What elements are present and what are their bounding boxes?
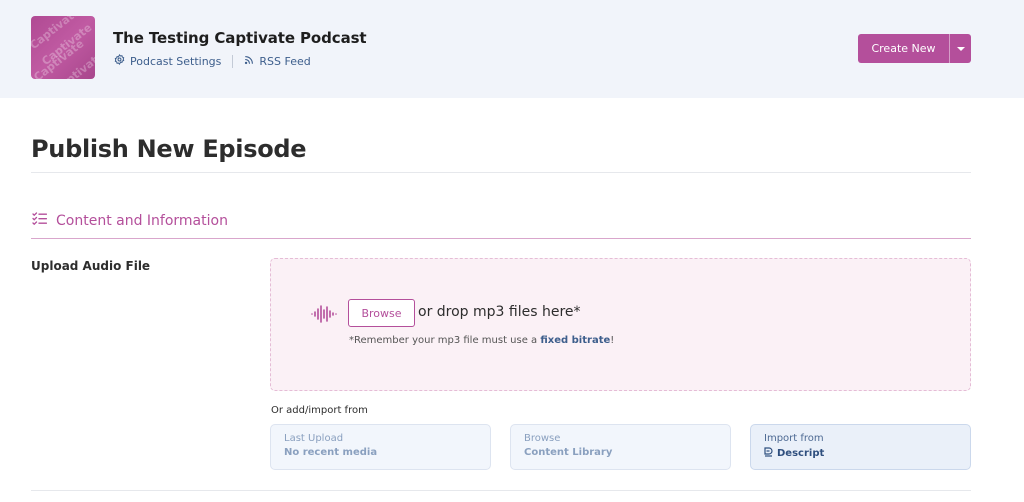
podcast-title: The Testing Captivate Podcast <box>113 29 367 47</box>
bitrate-note-suffix: ! <box>610 335 615 346</box>
page-title: Publish New Episode <box>31 135 307 163</box>
upload-audio-label: Upload Audio File <box>31 259 151 273</box>
create-new-label[interactable]: Create New <box>858 34 949 63</box>
checklist-icon <box>32 212 48 229</box>
rss-feed-label: RSS Feed <box>259 54 311 68</box>
bottom-divider <box>31 490 971 491</box>
content-library-card[interactable]: Browse Content Library <box>510 424 731 470</box>
descript-import-card[interactable]: Import from Descript <box>750 424 971 470</box>
rss-icon <box>244 55 254 68</box>
podcast-links: Podcast Settings RSS Feed <box>114 54 311 68</box>
import-label: Or add/import from <box>271 405 368 416</box>
fixed-bitrate-link[interactable]: fixed bitrate <box>540 335 610 346</box>
link-divider <box>232 54 234 68</box>
browse-button[interactable]: Browse <box>348 299 415 327</box>
podcast-settings-label: Podcast Settings <box>130 54 222 68</box>
last-upload-card[interactable]: Last Upload No recent media <box>270 424 491 470</box>
drop-instructions: or drop mp3 files here* <box>418 304 581 320</box>
create-new-dropdown[interactable] <box>949 34 971 63</box>
podcast-artwork[interactable]: Captivate Captivate Captivate Captivate <box>31 16 95 79</box>
title-divider <box>31 172 971 173</box>
rss-feed-link[interactable]: RSS Feed <box>244 54 311 68</box>
podcast-settings-link[interactable]: Podcast Settings <box>114 54 221 68</box>
create-new-button[interactable]: Create New <box>858 34 971 63</box>
section-heading: Content and Information <box>32 212 228 229</box>
section-title: Content and Information <box>56 212 228 229</box>
bitrate-note: *Remember your mp3 file must use a fixed… <box>349 335 614 346</box>
descript-icon <box>764 447 773 460</box>
card-value-row: Descript <box>764 447 957 460</box>
podcast-header: Captivate Captivate Captivate Captivate … <box>0 0 1024 98</box>
card-value: Content Library <box>524 447 613 458</box>
card-title: Last Upload <box>284 433 344 444</box>
card-value: No recent media <box>284 447 378 458</box>
audio-dropzone[interactable]: Browse or drop mp3 files here* *Remember… <box>270 258 971 391</box>
section-divider <box>31 238 971 239</box>
chevron-down-icon <box>956 46 965 51</box>
card-value: Descript <box>777 448 825 459</box>
card-title: Browse <box>524 433 561 444</box>
waveform-icon <box>311 304 337 328</box>
card-title: Import from <box>764 433 824 444</box>
bitrate-note-text: *Remember your mp3 file must use a <box>349 335 541 346</box>
gear-icon <box>114 54 125 68</box>
